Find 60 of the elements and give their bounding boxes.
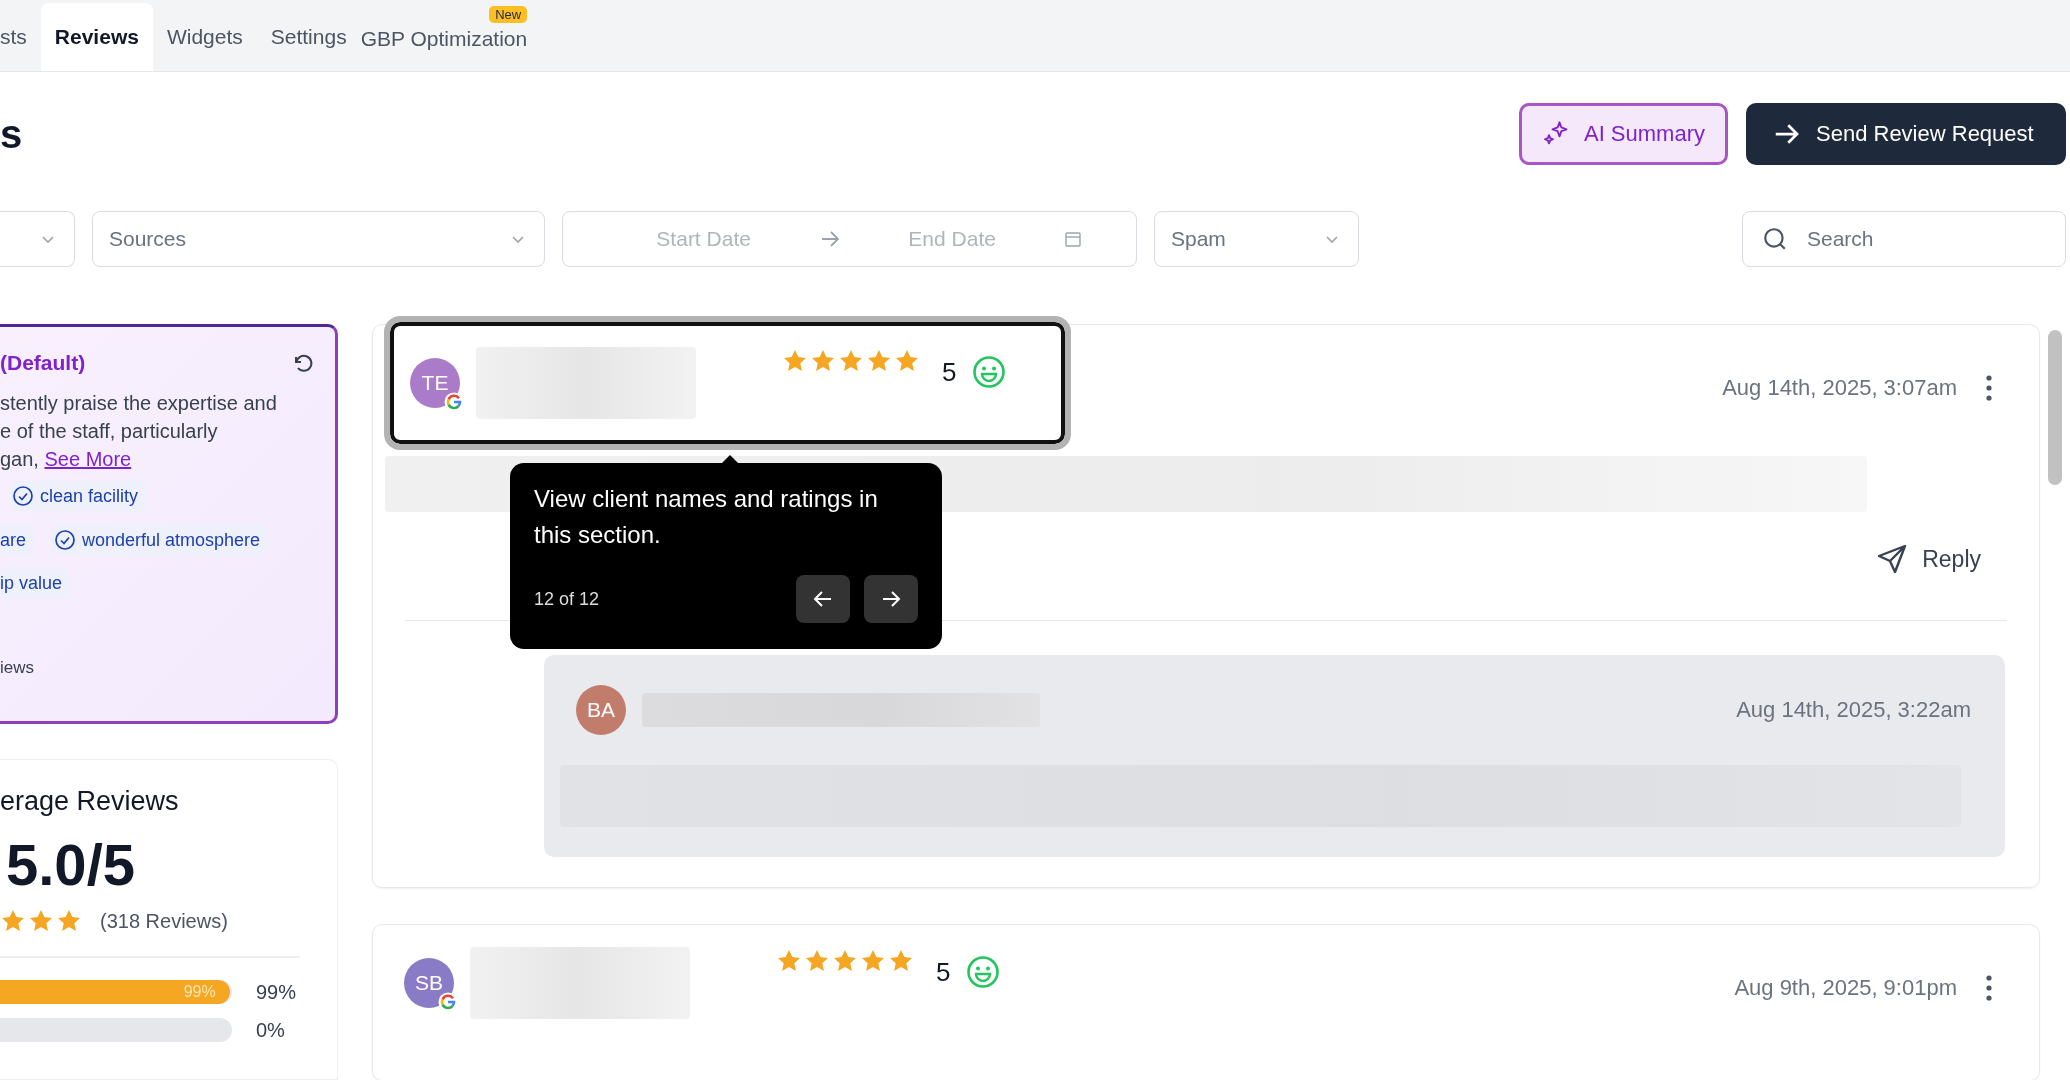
see-more-link[interactable]: See More (44, 448, 132, 470)
star-icon (56, 908, 82, 934)
star-icon (804, 948, 830, 974)
tab[interactable]: Settings (256, 3, 361, 71)
star-icon (838, 348, 864, 374)
tab[interactable]: sts (0, 3, 41, 71)
avatar-initials: SB (415, 971, 443, 995)
star-icon (894, 348, 920, 374)
rating-number: 5 (942, 356, 957, 388)
star-icon (782, 348, 808, 374)
keyword-tag: are (0, 525, 34, 555)
tab[interactable]: GBP Optimization (360, 21, 542, 57)
percent-label: 0% (256, 1018, 285, 1042)
summary-title: (Default) (0, 351, 86, 375)
search-field[interactable]: Search (1742, 211, 2066, 267)
tab[interactable]: Reviews (40, 3, 153, 71)
previous-button[interactable] (796, 575, 850, 623)
reply-button[interactable]: Reply (1870, 542, 1987, 576)
average-title: erage Reviews (0, 786, 180, 817)
ai-summary-button[interactable]: AI Summary (1518, 103, 1728, 165)
step-counter: 12 of 12 (534, 588, 600, 610)
response-date: Aug 14th, 2025, 3:22am (1736, 697, 1971, 723)
star-icon (832, 948, 858, 974)
more-options-icon[interactable] (1985, 373, 1993, 402)
star-icon (860, 948, 886, 974)
star-icon (866, 348, 892, 374)
review-date: Aug 14th, 2025, 3:07am (1722, 374, 1957, 401)
dropdown[interactable]: Sources (92, 211, 545, 267)
keyword-tag: wonderful atmosphere (52, 525, 269, 555)
check-circle-icon (54, 529, 76, 551)
star-icon (776, 948, 802, 974)
next-button[interactable] (864, 575, 918, 623)
scrollbar-thumb[interactable] (2048, 330, 2062, 485)
review-count: (318 Reviews) (100, 909, 228, 933)
star-icon (888, 948, 914, 974)
rating-number: 5 (936, 956, 951, 988)
calendar-icon (1062, 229, 1083, 249)
keyword-tag: ip value (0, 569, 71, 598)
paper-plane-icon (1876, 543, 1909, 575)
search-icon (1762, 226, 1788, 252)
more-options-icon[interactable] (1985, 973, 1993, 1002)
new-badge: New (489, 6, 528, 23)
page-title: s (0, 111, 23, 157)
star-icon (28, 908, 54, 934)
average-score: 5.0/5 (6, 831, 136, 898)
avatar-initials: TE (421, 371, 449, 395)
keyword-tag: clean facility (10, 481, 147, 511)
tooltip-text: View client names and ratings in this section. (534, 484, 879, 550)
check-circle-icon (12, 485, 34, 507)
send-request-button[interactable]: Send Review Request (1746, 103, 2066, 165)
dropdown[interactable]: Spam (1154, 211, 1359, 267)
percent-label: 99% (256, 980, 297, 1004)
summary-footer-text: iews (0, 658, 35, 678)
star-icon (0, 908, 26, 934)
star-icon (810, 348, 836, 374)
review-date: Aug 9th, 2025, 9:01pm (1734, 974, 1957, 1001)
summary-text: stently praise the expertise and e of the staff, particularly gan, See More (0, 391, 278, 472)
avatar-initials: BA (587, 698, 615, 722)
tab[interactable]: Widgets (152, 3, 257, 71)
rating-bar-fill: 99% (0, 980, 230, 1004)
